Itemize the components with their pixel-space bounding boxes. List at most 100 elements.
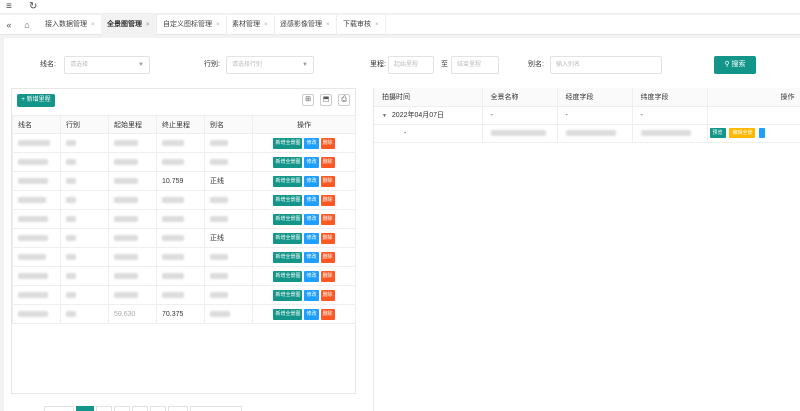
delete-button[interactable]: 删除 (320, 251, 335, 263)
redacted-cell (12, 285, 61, 305)
new-panorama-button[interactable]: 新增全景图 (273, 251, 303, 263)
redacted-cell (60, 304, 109, 324)
caret-down-icon[interactable]: ▼ (382, 113, 387, 119)
edit-button[interactable]: 修改 (304, 156, 319, 168)
table-row: 正线 新增全景图 修改 删除 (12, 228, 356, 248)
redacted-cell (60, 266, 109, 286)
edit-button[interactable]: 修改 (304, 289, 319, 301)
redacted-cell (156, 209, 205, 229)
new-panorama-button[interactable]: 新增全景图 (273, 156, 303, 168)
page-item[interactable] (168, 406, 188, 411)
edit-button[interactable]: 修改 (304, 308, 319, 320)
redacted-cell (108, 190, 157, 210)
col-alias: 别名 (204, 115, 253, 134)
col-shoot-time: 拍摄时间 (374, 88, 483, 107)
columns-icon[interactable]: ⊞ (302, 94, 314, 106)
edit-button[interactable]: 修改 (304, 232, 319, 244)
group-row[interactable]: ▼ 2022年04月07日 - - - (374, 106, 800, 125)
new-panorama-button[interactable]: 新增全景图 (273, 175, 303, 187)
delete-button[interactable]: 删除 (320, 289, 335, 301)
more-button[interactable] (759, 128, 766, 138)
delete-button[interactable]: 删除 (320, 175, 335, 187)
delete-button[interactable]: 删除 (320, 194, 335, 206)
redacted-cell (60, 133, 109, 153)
refresh-icon[interactable]: ↻ (29, 1, 37, 13)
col-start-mileage: 起始里程 (108, 115, 157, 134)
mileage-label: 里程: (370, 61, 386, 68)
delete-button[interactable]: 删除 (320, 308, 335, 320)
edit-button[interactable]: 修改 (304, 194, 319, 206)
start-mileage-input[interactable]: 起始里程 (388, 56, 434, 74)
close-icon[interactable]: × (146, 22, 150, 28)
redacted-cell (156, 190, 205, 210)
delete-button[interactable]: 删除 (320, 137, 335, 149)
menu-icon[interactable]: ≡ (6, 1, 12, 13)
add-mileage-button[interactable]: + 新增里程 (17, 94, 55, 107)
end-mileage-input[interactable]: 结束里程 (451, 56, 499, 74)
tab-custom-icons[interactable]: 自定义图标管理 × (157, 15, 227, 35)
close-icon[interactable]: × (375, 22, 379, 28)
new-panorama-button[interactable]: 新增全景图 (273, 137, 303, 149)
home-icon[interactable]: ⌂ (18, 15, 36, 35)
tab-download-review[interactable]: 下载审核 × (337, 15, 386, 35)
close-icon[interactable]: × (264, 22, 268, 28)
redacted-cell (156, 152, 205, 172)
line-select[interactable]: 请选择 ▼ (64, 56, 150, 74)
tab-panorama[interactable]: 全景图管理 × (101, 15, 157, 35)
start-mileage-cell: 59.630 (108, 304, 157, 324)
close-icon[interactable]: × (91, 22, 95, 28)
redacted-cell (12, 133, 61, 153)
page-item[interactable] (150, 406, 166, 411)
page-next[interactable] (190, 406, 242, 411)
edit-button[interactable]: 修改 (304, 175, 319, 187)
delete-button[interactable]: 删除 (320, 232, 335, 244)
page-item[interactable] (96, 406, 112, 411)
export-icon[interactable]: ⬒ (320, 94, 332, 106)
new-panorama-button[interactable]: 新增全景图 (273, 308, 303, 320)
delete-button[interactable]: 删除 (320, 213, 335, 225)
table-header: 线名 行别 起始里程 终止里程 别名 操作 (12, 115, 356, 134)
col-line-name: 线名 (12, 115, 61, 134)
detail-name (482, 124, 558, 143)
preview-button[interactable]: 预览 (709, 128, 726, 138)
tab-materials[interactable]: 素材管理 × (226, 15, 275, 35)
close-icon[interactable]: × (216, 22, 220, 28)
table-row: 10.759 正线 新增全景图 修改 删除 (12, 171, 356, 191)
page-current[interactable] (76, 406, 94, 411)
close-icon[interactable]: × (326, 22, 330, 28)
new-panorama-button[interactable]: 新增全景图 (273, 270, 303, 282)
tab-remote-sensing[interactable]: 遥感影像管理 × (274, 15, 337, 35)
new-panorama-button[interactable]: 新增全景图 (273, 289, 303, 301)
tab-scroll-left-icon[interactable]: « (0, 15, 18, 35)
new-panorama-button[interactable]: 新增全景图 (273, 213, 303, 225)
edit-button[interactable]: 修改 (304, 213, 319, 225)
page-item[interactable] (114, 406, 130, 411)
tab-data-access[interactable]: 接入数据管理 × (39, 15, 102, 35)
edit-button[interactable]: 修改 (304, 137, 319, 149)
page-item[interactable] (132, 406, 148, 411)
page-prev[interactable] (44, 406, 74, 411)
detail-lat (632, 124, 708, 143)
edit-button[interactable]: 修改 (304, 251, 319, 263)
row-actions: 新增全景图 修改 删除 (252, 304, 356, 324)
table-row: 新增全景图 修改 删除 (12, 133, 356, 153)
search-button[interactable]: ⚲ 搜索 (714, 56, 756, 74)
new-panorama-button[interactable]: 新增全景图 (273, 232, 303, 244)
edit-panorama-button[interactable]: 编辑全景 (729, 128, 756, 138)
chevron-down-icon: ▼ (302, 62, 308, 68)
row-select[interactable]: 请选择行别 ▼ (226, 56, 314, 74)
table-row: 新增全景图 修改 删除 (12, 152, 356, 172)
table-row: 新增全景图 修改 删除 (12, 190, 356, 210)
redacted-cell (204, 133, 253, 153)
group-lng: - (557, 106, 633, 125)
group-date: 2022年04月07日 (391, 112, 445, 119)
alias-input[interactable]: 输入别名 (550, 56, 662, 74)
new-panorama-button[interactable]: 新增全景图 (273, 194, 303, 206)
delete-button[interactable]: 删除 (320, 270, 335, 282)
print-icon[interactable]: ⎙ (338, 94, 350, 106)
delete-button[interactable]: 删除 (320, 156, 335, 168)
redacted-cell (156, 133, 205, 153)
edit-button[interactable]: 修改 (304, 270, 319, 282)
redacted-cell (108, 266, 157, 286)
redacted-cell (108, 247, 157, 267)
